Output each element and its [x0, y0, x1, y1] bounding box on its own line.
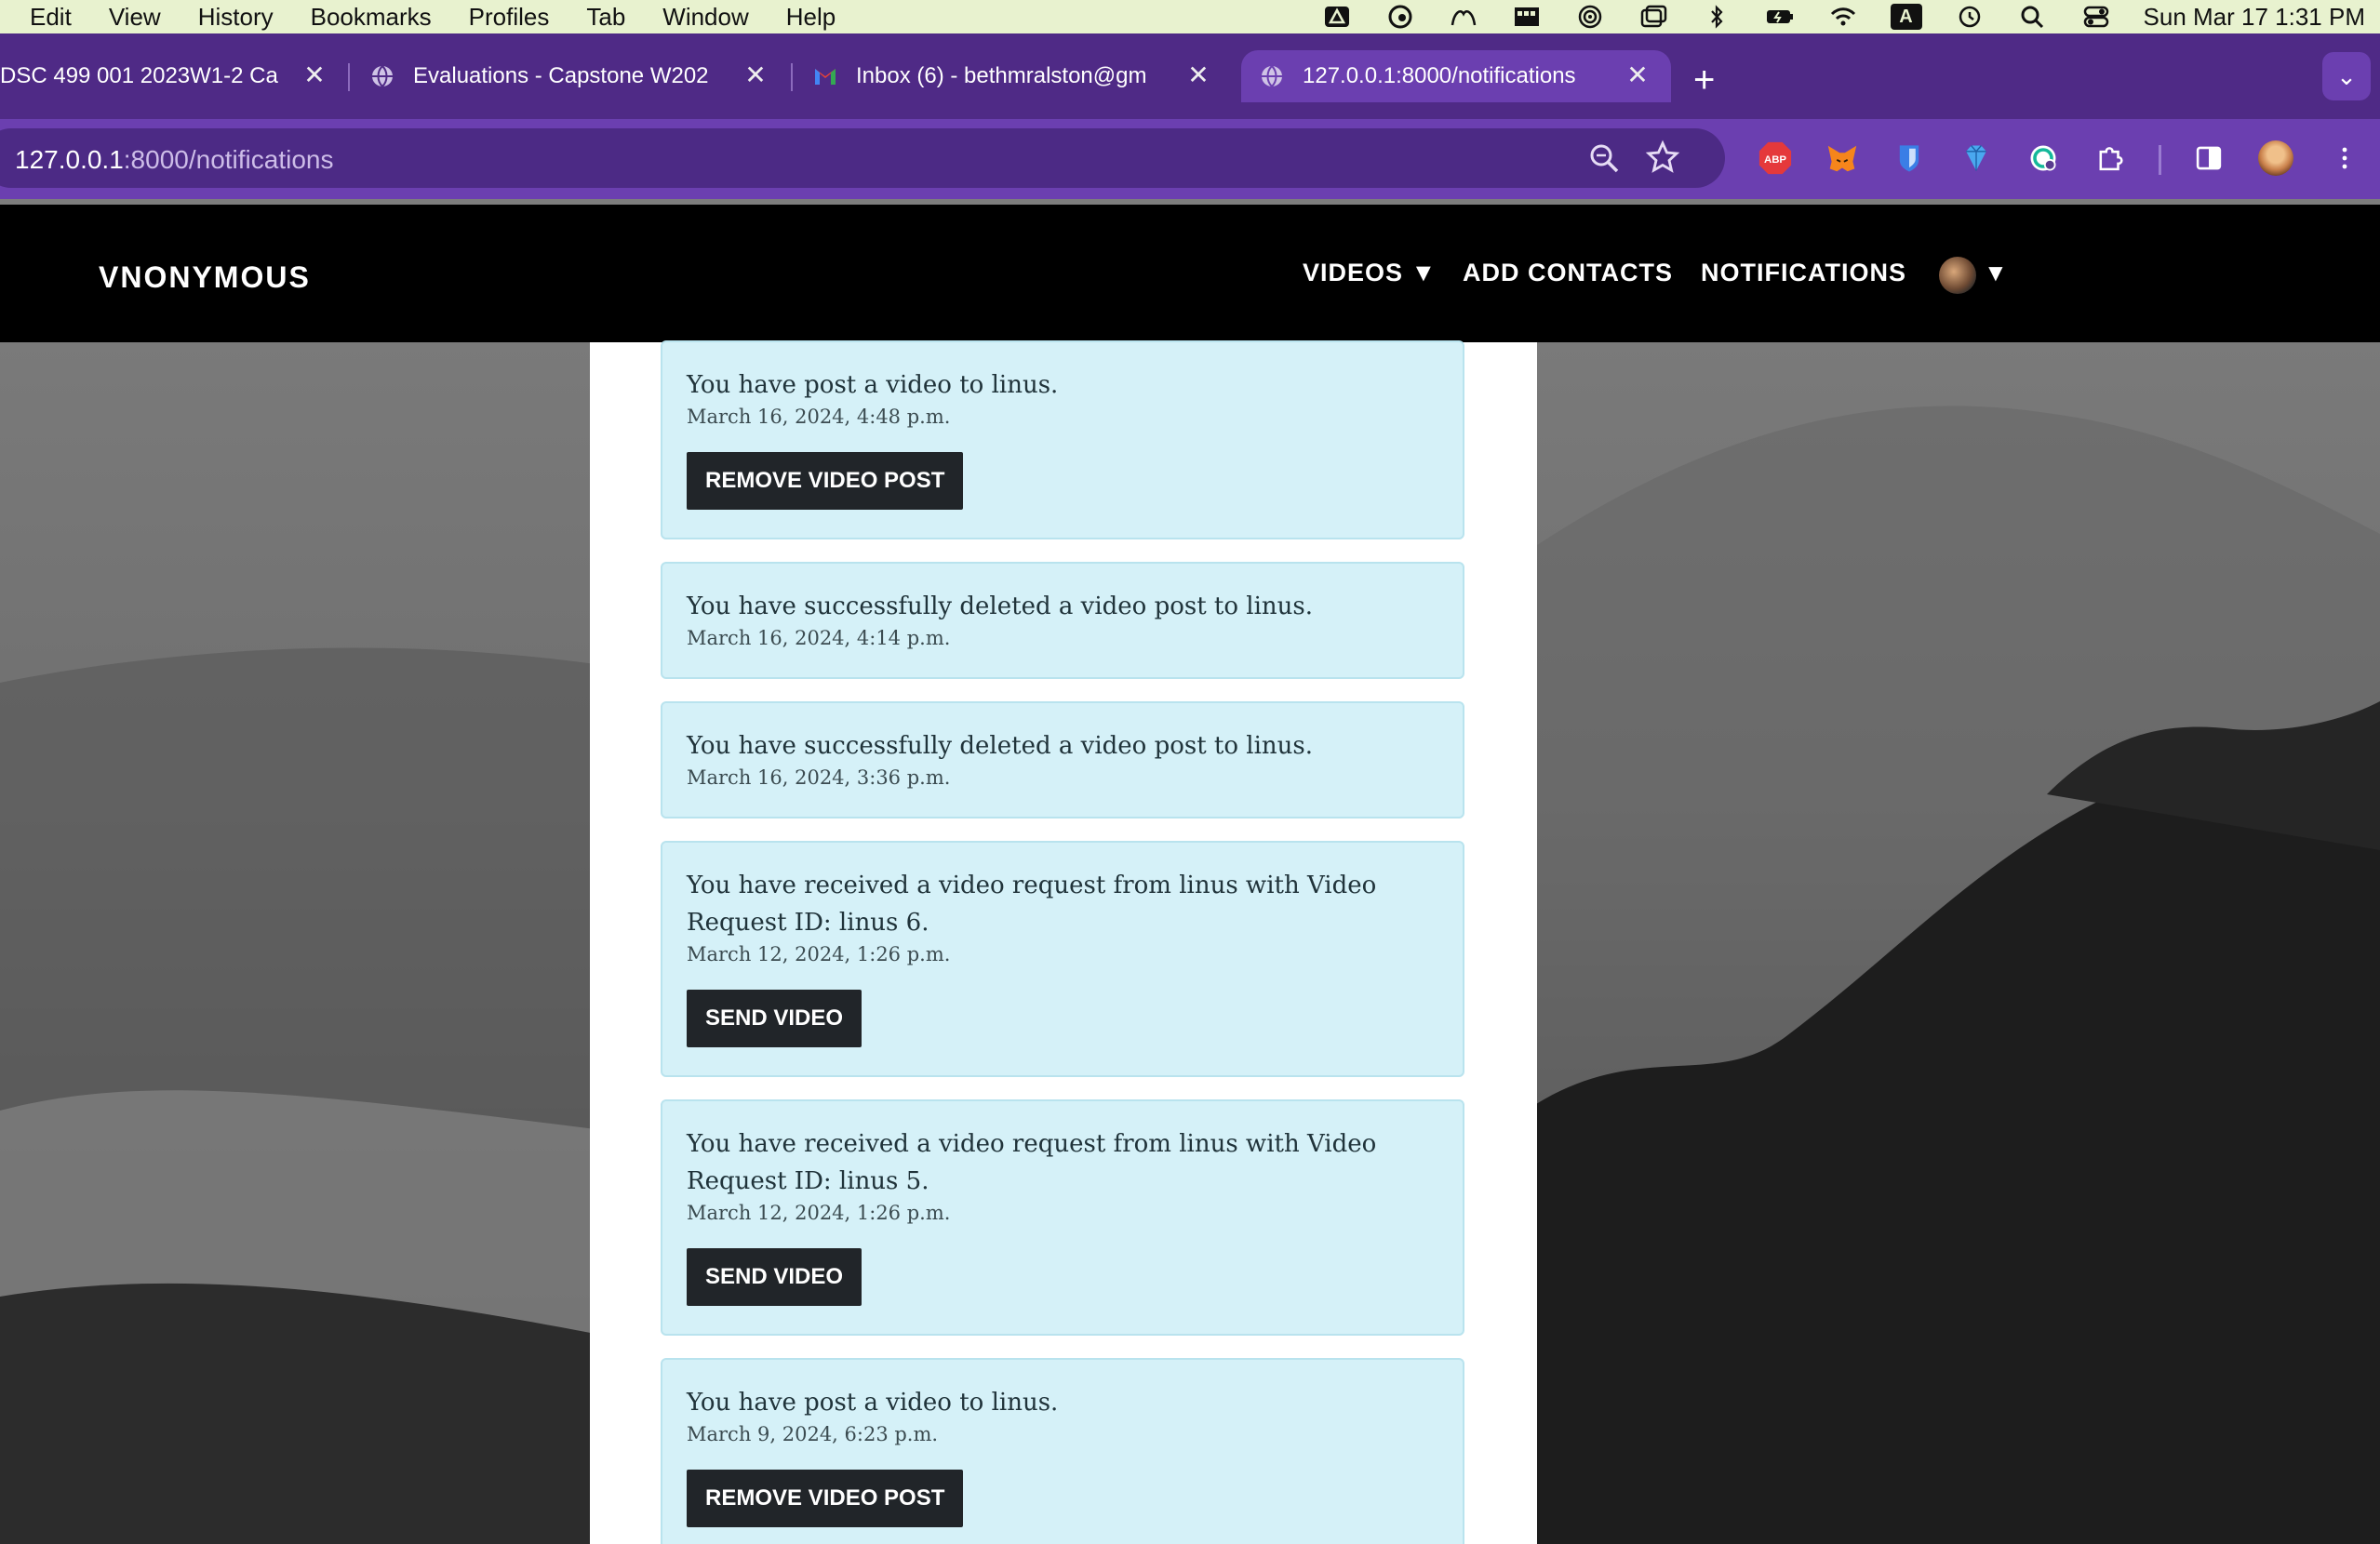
profile-avatar[interactable] — [2257, 140, 2294, 177]
notification-message: You have received a video request from l… — [687, 872, 1377, 937]
send-video-button[interactable]: SEND VIDEO — [687, 990, 862, 1047]
notification-card: You have received a video request from l… — [661, 841, 1464, 1077]
menu-window[interactable]: Window — [662, 3, 748, 32]
tab-evaluations[interactable]: Evaluations - Capstone W202 ✕ — [370, 50, 772, 102]
macos-menu-bar: Edit View History Bookmarks Profiles Tab… — [0, 0, 2380, 33]
tab-search-chevron-icon[interactable]: ⌄ — [2322, 52, 2371, 100]
adblock-label: ABP — [1764, 154, 1786, 166]
bitwarden-icon[interactable] — [1891, 140, 1928, 177]
notification-card: You have successfully deleted a video po… — [661, 701, 1464, 819]
site-logo[interactable]: VNONYMOUS — [99, 260, 311, 295]
user-avatar[interactable] — [1939, 257, 1976, 294]
tab-title: 127.0.0.1:8000/notifications — [1303, 63, 1576, 88]
bookmark-star-icon[interactable] — [1645, 140, 1680, 175]
notification-date: March 12, 2024, 1:26 p.m. — [687, 943, 951, 965]
gmail-icon — [815, 69, 836, 85]
app-menu: Edit View History Bookmarks Profiles Tab… — [0, 3, 873, 32]
side-panel-icon[interactable] — [2190, 140, 2227, 177]
notification-date: March 16, 2024, 4:48 p.m. — [687, 406, 951, 428]
globe-icon — [372, 65, 393, 87]
tab-title: DSC 499 001 2023W1-2 Ca — [0, 63, 278, 88]
menu-clock[interactable]: Sun Mar 17 1:31 PM — [2144, 3, 2365, 32]
menu-view[interactable]: View — [109, 3, 161, 32]
menu-history[interactable]: History — [198, 3, 274, 32]
notification-message: You have received a video request from l… — [687, 1130, 1377, 1195]
menu-bookmarks[interactable]: Bookmarks — [311, 3, 432, 32]
notification-card: You have successfully deleted a video po… — [661, 562, 1464, 679]
notification-message: You have successfully deleted a video po… — [687, 592, 1314, 620]
nav-add-contacts[interactable]: ADD CONTACTS — [1463, 259, 1673, 287]
nav-notifications[interactable]: NOTIFICATIONS — [1701, 259, 1906, 287]
menu-edit[interactable]: Edit — [30, 3, 72, 32]
browser-toolbar: 127.0.0.1:8000/notifications ABP — [0, 119, 2380, 199]
notification-date: March 16, 2024, 3:36 p.m. — [687, 766, 951, 789]
tab-gmail[interactable]: Inbox (6) - bethmralston@gm ✕ — [813, 50, 1215, 102]
address-url[interactable]: 127.0.0.1:8000/notifications — [15, 145, 334, 175]
notifications-column: You have post a video to linus. March 16… — [590, 340, 1537, 1544]
new-tab-icon[interactable]: + — [1693, 61, 1715, 99]
creative-cloud-icon[interactable] — [1448, 4, 1479, 30]
tab-divider — [791, 63, 793, 91]
menu-tab[interactable]: Tab — [586, 3, 625, 32]
tab-notifications[interactable]: 127.0.0.1:8000/notifications ✕ — [1241, 50, 1671, 102]
notification-date: March 9, 2024, 6:23 p.m. — [687, 1423, 939, 1445]
notification-card: You have received a video request from l… — [661, 1099, 1464, 1336]
control-center-icon[interactable] — [2080, 4, 2112, 30]
window-icon[interactable] — [1638, 4, 1669, 30]
bluetooth-icon[interactable] — [1701, 4, 1732, 30]
tab-close-icon[interactable]: ✕ — [739, 60, 772, 90]
browser-menu-icon[interactable] — [2326, 140, 2363, 177]
tab-close-icon[interactable]: ✕ — [298, 60, 331, 90]
nav-videos-dropdown[interactable]: VIDEOS ▼ — [1303, 259, 1437, 287]
notification-message: You have post a video to linus. — [687, 1389, 1059, 1417]
notification-date: March 12, 2024, 1:26 p.m. — [687, 1202, 951, 1224]
notifications-list: You have post a video to linus. March 16… — [661, 340, 1464, 1544]
notification-date: March 16, 2024, 4:14 p.m. — [687, 627, 951, 649]
browser-tab-strip: DSC 499 001 2023W1-2 Ca ✕ Evaluations - … — [0, 33, 2380, 119]
profile-dropdown-caret[interactable]: ▼ — [1984, 259, 2008, 287]
grammarly-extension-icon[interactable] — [2025, 140, 2062, 177]
toolbar-divider — [2159, 145, 2161, 175]
tab-close-icon[interactable]: ✕ — [1621, 60, 1654, 90]
tab-title: Inbox (6) - bethmralston@gm — [856, 63, 1147, 88]
web-page: VNONYMOUS VIDEOS ▼ ADD CONTACTS NOTIFICA… — [0, 199, 2380, 1544]
zoom-icon[interactable] — [1587, 141, 1621, 175]
site-navbar: VNONYMOUS VIDEOS ▼ ADD CONTACTS NOTIFICA… — [0, 205, 2380, 342]
battery-icon[interactable] — [1764, 4, 1796, 30]
remove-video-post-button[interactable]: REMOVE VIDEO POST — [687, 452, 964, 510]
metamask-icon[interactable] — [1824, 140, 1861, 177]
spotlight-icon[interactable] — [2017, 4, 2049, 30]
extensions-puzzle-icon[interactable] — [2092, 140, 2129, 177]
tab-close-icon[interactable]: ✕ — [1182, 60, 1215, 90]
time-machine-icon[interactable] — [1954, 4, 1986, 30]
tab-canvas[interactable]: DSC 499 001 2023W1-2 Ca ✕ — [0, 50, 331, 102]
input-source-icon[interactable]: A — [1890, 4, 1922, 30]
address-bar[interactable]: 127.0.0.1:8000/notifications — [0, 128, 1725, 188]
google-drive-icon[interactable] — [1321, 4, 1353, 30]
tab-title: Evaluations - Capstone W202 — [413, 63, 709, 88]
menu-help[interactable]: Help — [786, 3, 836, 32]
grammarly-icon[interactable] — [1384, 4, 1416, 30]
status-area: A Sun Mar 17 1:31 PM — [1321, 0, 2365, 33]
adblock-plus-icon[interactable]: ABP — [1757, 140, 1794, 177]
notification-message: You have successfully deleted a video po… — [687, 732, 1314, 760]
dock-icon[interactable] — [1511, 4, 1543, 30]
airdrop-icon[interactable] — [1574, 4, 1606, 30]
tab-divider — [348, 63, 350, 91]
gem-extension-icon[interactable] — [1958, 140, 1995, 177]
remove-video-post-button[interactable]: REMOVE VIDEO POST — [687, 1470, 964, 1527]
notification-card: You have post a video to linus. March 16… — [661, 340, 1464, 539]
url-path: :8000/notifications — [123, 145, 334, 174]
url-host: 127.0.0.1 — [15, 145, 124, 174]
menu-profiles[interactable]: Profiles — [469, 3, 550, 32]
wifi-icon[interactable] — [1827, 4, 1859, 30]
notification-message: You have post a video to linus. — [687, 371, 1059, 399]
globe-icon — [1262, 65, 1282, 87]
notification-card: You have post a video to linus. March 9,… — [661, 1358, 1464, 1544]
send-video-button[interactable]: SEND VIDEO — [687, 1248, 862, 1306]
